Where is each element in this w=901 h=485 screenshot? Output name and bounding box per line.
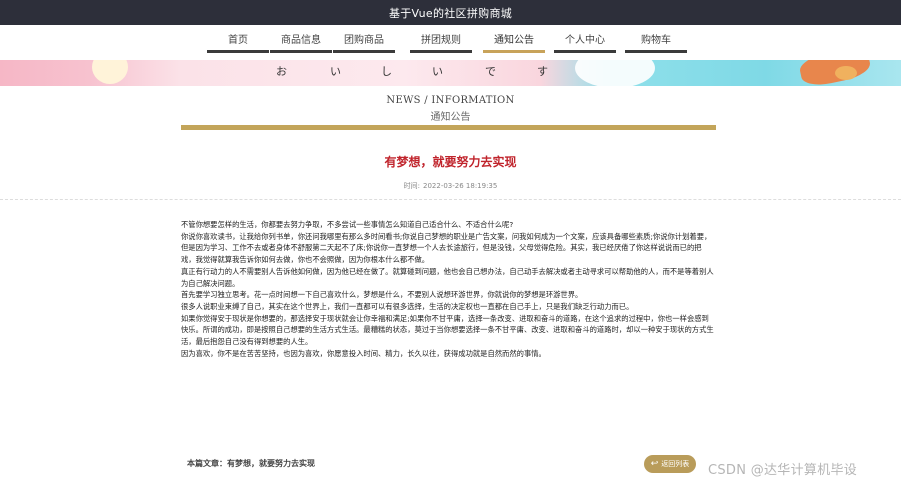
- article-body: 不管你想要怎样的生活，你都要去努力争取，不多尝试一些事情怎么知道自己适合什么、不…: [181, 219, 716, 359]
- banner-text-char: い: [432, 65, 443, 78]
- time-value: 2022-03-26 18:19:35: [423, 182, 498, 190]
- banner-image: お い し い で す: [0, 60, 901, 86]
- nav-group-rules[interactable]: 拼团规则: [410, 33, 472, 53]
- section-title-cn: 通知公告: [430, 112, 471, 123]
- section-title-en: NEWS / INFORMATION: [386, 95, 515, 106]
- current-article-title: 有梦想，就要努力去实现: [227, 459, 315, 468]
- nav-cart[interactable]: 购物车: [625, 33, 687, 53]
- section-divider: [181, 125, 716, 130]
- article-time: 时间: 2022-03-26 18:19:35: [0, 181, 901, 191]
- site-title: 基于Vue的社区拼购商城: [388, 6, 513, 20]
- nav-home[interactable]: 首页: [207, 33, 269, 53]
- banner-decoration: [575, 60, 655, 86]
- site-header: 基于Vue的社区拼购商城: [0, 0, 901, 25]
- banner-text-char: し: [381, 65, 392, 78]
- watermark: CSDN @达华计算机毕设: [708, 463, 858, 478]
- article-paragraph: 如果你觉得安于现状是你想要的，那选择安于现状就会让你幸福和满足;如果你不甘平庸，…: [181, 313, 714, 347]
- article-paragraph: 很多人说职业束缚了自己，其实在这个世界上，我们一直都可以有很多选择，生活的决定权…: [181, 301, 634, 311]
- banner-text-char: お: [276, 65, 287, 78]
- nav-group-products[interactable]: 团购商品: [333, 33, 395, 53]
- article-paragraph: 不管你想要怎样的生活，你都要去努力争取，不多尝试一些事情怎么知道自己适合什么、不…: [181, 220, 514, 229]
- current-article-label: 本篇文章：: [187, 459, 227, 468]
- article-paragraph: 首先要学习独立思考。花一点时间想一下自己喜欢什么，梦想是什么，不要别人说想环游世…: [181, 290, 583, 300]
- back-arrow-icon: ↩: [650, 459, 659, 469]
- banner-text-char: い: [330, 65, 341, 78]
- banner-food-image: [835, 66, 857, 80]
- nav-products[interactable]: 商品信息: [270, 33, 332, 53]
- banner-decoration: [92, 60, 128, 84]
- article-title: 有梦想，就要努力去实现: [384, 155, 517, 169]
- main-nav: 首页 商品信息 团购商品 拼团规则 通知公告 个人中心 购物车: [0, 25, 901, 60]
- nav-user-center[interactable]: 个人中心: [554, 33, 616, 53]
- nav-notices[interactable]: 通知公告: [483, 33, 545, 53]
- article-paragraph: 真正有行动力的人不需要别人告诉他如何做，因为他已经在做了。就算碰到问题，他也会自…: [181, 266, 714, 288]
- divider: [0, 199, 901, 200]
- banner-text-char: で: [485, 65, 496, 78]
- article-paragraph: 你说你喜欢读书，让我给你列书单，你还问我哪里有那么多时间看书;你说自己梦想的职业…: [181, 231, 712, 265]
- article-paragraph: 因为喜欢，你不是在苦苦坚持，也因为喜欢，你愿意投入时间、精力，长久以往，获得成功…: [181, 348, 546, 358]
- current-article-info: 本篇文章：有梦想，就要努力去实现: [187, 458, 315, 469]
- banner-text-char: す: [537, 65, 548, 78]
- back-to-list-label: 返回列表: [661, 460, 690, 468]
- back-to-list-button[interactable]: ↩ 返回列表: [644, 455, 696, 473]
- time-label: 时间:: [403, 182, 420, 190]
